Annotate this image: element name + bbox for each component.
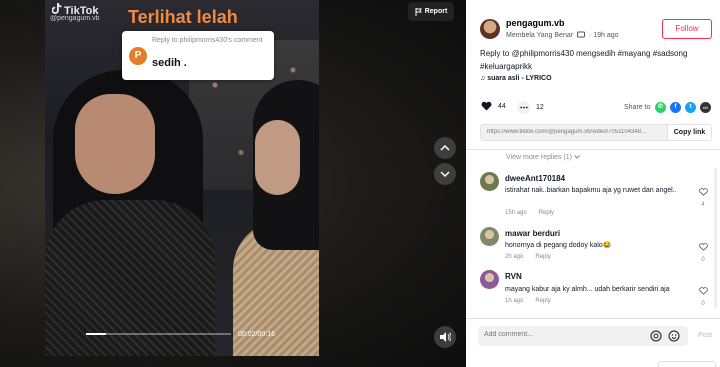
flag-icon <box>415 7 422 16</box>
person-left <box>45 70 215 356</box>
report-button[interactable]: Report <box>408 2 454 21</box>
mention-icon[interactable] <box>650 330 662 342</box>
reply-avatar: P <box>129 47 147 65</box>
reply-card-body: sedih . <box>152 57 187 69</box>
hashtag-sadsong[interactable]: #sadsong <box>653 49 688 58</box>
copy-link-button[interactable]: Copy link <box>667 125 711 140</box>
chevron-up-icon <box>440 145 450 151</box>
video-caption: Reply to @philipmorris430 mengsedih #may… <box>480 47 710 73</box>
author-avatar[interactable] <box>480 19 500 39</box>
comment-meta: 1h ago Reply <box>505 298 551 304</box>
comment-time: 15h ago <box>505 210 527 216</box>
comment-meta: 2h ago Reply <box>505 254 551 260</box>
comment-like-button[interactable]: 0 <box>697 282 709 307</box>
comment-time: 2h ago <box>505 254 524 260</box>
comment-input[interactable] <box>484 331 634 338</box>
video-overlay-caption: Terlihat lelah <box>128 7 238 27</box>
music-note-icon: ♫ <box>480 75 486 82</box>
author-display-name: Membela Yang Benar <box>506 32 574 39</box>
comment-bubble-icon <box>517 101 530 114</box>
whatsapp-icon[interactable]: ✆ <box>655 102 666 113</box>
comment-avatar[interactable] <box>480 270 499 289</box>
comment-username[interactable]: dweeAnt170184 <box>505 174 565 183</box>
comment-like-count: 4 <box>701 202 705 208</box>
comment-reply-button[interactable]: Reply <box>535 298 550 304</box>
heart-outline-icon <box>698 287 708 295</box>
view-more-replies-label: View more replies (1) <box>506 154 573 161</box>
view-more-replies-button[interactable]: View more replies (1) <box>506 154 580 161</box>
music-title: suara asli - LYRICO <box>487 75 552 82</box>
comment-text: istirahat nak..biarkan bapakmu aja yg ru… <box>505 187 677 194</box>
comment-count: 12 <box>536 104 544 111</box>
volume-button[interactable] <box>434 326 456 348</box>
like-count: 44 <box>498 102 506 110</box>
comment-username[interactable]: RVN <box>505 272 522 281</box>
caption-mention[interactable]: @philipmorris430 <box>512 49 574 58</box>
watermark-username: @pengagum.vb <box>50 15 100 22</box>
next-video-button[interactable] <box>434 163 456 185</box>
facebook-icon[interactable]: f <box>670 102 681 113</box>
comment-avatar[interactable] <box>480 227 499 246</box>
comment-time: 1h ago <box>505 298 524 304</box>
previous-video-button[interactable] <box>434 137 456 159</box>
report-label: Report <box>424 8 448 15</box>
comment-like-button[interactable]: 4 <box>697 183 709 208</box>
twitter-icon[interactable]: t <box>685 102 696 113</box>
section-divider <box>466 318 720 319</box>
video-link-row: https://www.tiktok.com/@pengagum.vb/vide… <box>480 124 712 141</box>
post-comment-button[interactable]: Post <box>698 332 712 339</box>
repost-icon <box>577 31 586 38</box>
follow-button[interactable]: Follow <box>662 19 712 39</box>
bottom-strip <box>466 358 720 367</box>
comment-like-count: 0 <box>701 301 705 307</box>
heart-outline-icon <box>698 188 708 196</box>
video-player[interactable]: TikTok @pengagum.vb Terlihat lelah P Rep… <box>0 0 466 367</box>
comment-username[interactable]: mawar berduri <box>505 229 560 238</box>
caption-text: mengsedih <box>573 49 618 58</box>
comments-scrollbar[interactable] <box>714 168 717 308</box>
comment-reply-button[interactable]: Reply <box>535 254 550 260</box>
video-time: 00:02/00:16 <box>238 331 275 338</box>
comment-count-button[interactable]: 12 <box>517 101 544 114</box>
hashtag-mayang[interactable]: #mayang <box>618 49 651 58</box>
comment-like-button[interactable]: 0 <box>697 238 709 263</box>
section-divider <box>466 149 720 150</box>
music-link[interactable]: ♫ suara asli - LYRICO <box>480 75 552 82</box>
video-progress-fill <box>86 333 107 335</box>
share-label: Share to <box>624 104 651 111</box>
comment-box <box>478 326 688 346</box>
post-time: 19h ago <box>593 32 619 39</box>
emoji-icon[interactable] <box>668 330 680 342</box>
tiktok-logo-icon <box>52 3 62 14</box>
hashtag-keluargaprikk[interactable]: #keluargaprikk <box>480 62 532 71</box>
video-progress-bar[interactable] <box>86 333 231 335</box>
speaker-icon <box>439 332 451 342</box>
heart-outline-icon <box>698 243 708 251</box>
comment-like-count: 0 <box>701 257 705 263</box>
reply-card-header: Reply to philipmorris430's comment <box>152 37 263 44</box>
author-subline: Membela Yang Benar · 19h ago <box>506 31 619 39</box>
comment-avatar[interactable] <box>480 172 499 191</box>
person-right <box>233 80 319 356</box>
reply-to-comment-card: P Reply to philipmorris430's comment sed… <box>122 31 274 80</box>
heart-icon <box>481 101 492 111</box>
chevron-down-icon <box>440 171 450 177</box>
comment-meta: 15h ago Reply <box>505 210 554 216</box>
video-link-url[interactable]: https://www.tiktok.com/@pengagum.vb/vide… <box>487 129 662 135</box>
like-button[interactable]: 44 <box>481 101 506 111</box>
chevron-down-icon <box>574 155 580 159</box>
comment-reply-button[interactable]: Reply <box>539 210 554 216</box>
author-username[interactable]: pengagum.vb <box>506 18 565 28</box>
embed-icon[interactable]: </> <box>700 102 711 113</box>
caption-prefix: Reply to <box>480 49 512 58</box>
comment-text: honornya di pegang dodoy kalo😂 <box>505 242 612 249</box>
comment-text: mayang kabur aja ky almh... udah berkari… <box>505 286 670 293</box>
